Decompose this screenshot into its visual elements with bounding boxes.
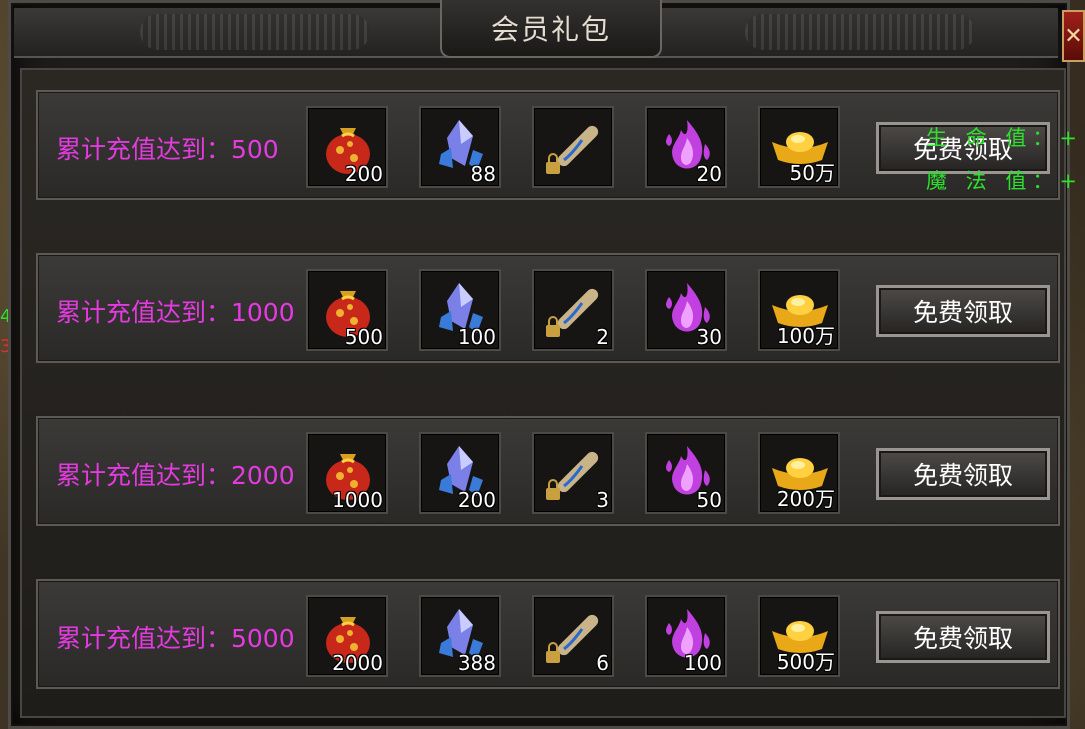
item-quantity: 88 — [470, 162, 496, 186]
reward-item-slot[interactable]: 1000 — [306, 432, 388, 514]
reward-item-slot[interactable]: 2000 — [306, 595, 388, 677]
reward-item-slot[interactable]: 500万 — [758, 595, 840, 677]
item-quantity: 50万 — [789, 161, 835, 185]
item-quantity: 20 — [696, 162, 722, 186]
reward-row: 累计充值达到：1000 500 100 2 30 100万 免费领取 — [36, 253, 1060, 363]
reward-item-slot[interactable] — [532, 106, 614, 188]
mp-bonus-text: 魔 法 值：+ 4 — [926, 169, 1085, 193]
item-quantity: 100 — [457, 325, 496, 349]
item-quantity: 500万 — [776, 650, 835, 674]
recharge-tier-label: 累计充值达到：5000 — [56, 624, 295, 653]
reward-item-slot[interactable]: 200 — [419, 432, 501, 514]
free-claim-button[interactable]: 免费领取 — [876, 448, 1050, 500]
reward-item-slot[interactable]: 100万 — [758, 269, 840, 351]
reward-row: 累计充值达到：500 200 88 20 50万 免费领取 — [36, 90, 1060, 200]
reward-item-slot[interactable]: 100 — [419, 269, 501, 351]
item-quantity: 500 — [344, 325, 383, 349]
close-button[interactable]: ✕ — [1062, 10, 1085, 62]
reward-item-slot[interactable]: 388 — [419, 595, 501, 677]
item-quantity: 200 — [457, 488, 496, 512]
window-title: 会员礼包 — [490, 13, 611, 46]
free-claim-button[interactable]: 免费领取 — [876, 611, 1050, 663]
reward-item-slot[interactable]: 6 — [532, 595, 614, 677]
item-quantity: 30 — [696, 325, 722, 349]
item-quantity: 100 — [683, 651, 722, 675]
hp-bonus-text: 生 命 值：+ 39 — [926, 126, 1085, 150]
item-quantity: 1000 — [332, 488, 383, 512]
item-quantity: 6 — [596, 651, 609, 675]
locked-scroll-icon — [546, 125, 599, 174]
reward-item-slot[interactable]: 200 — [306, 106, 388, 188]
reward-item-slot[interactable]: 3 — [532, 432, 614, 514]
recharge-tier-label: 累计充值达到：500 — [56, 135, 279, 164]
item-quantity: 200 — [344, 162, 383, 186]
reward-item-slot[interactable]: 100 — [645, 595, 727, 677]
reward-item-slot[interactable]: 2 — [532, 269, 614, 351]
dragon-ornament-right — [745, 14, 975, 50]
reward-item-slot[interactable]: 50 — [645, 432, 727, 514]
item-quantity: 388 — [457, 651, 496, 675]
item-quantity: 200万 — [776, 487, 835, 511]
reward-item-slot[interactable]: 88 — [419, 106, 501, 188]
free-claim-button[interactable]: 免费领取 — [876, 285, 1050, 337]
reward-row: 累计充值达到：2000 1000 200 3 50 200万 免费领取 — [36, 416, 1060, 526]
reward-item-slot[interactable]: 30 — [645, 269, 727, 351]
item-quantity: 2000 — [332, 651, 383, 675]
reward-item-slot[interactable]: 20 — [645, 106, 727, 188]
reward-item-slot[interactable]: 500 — [306, 269, 388, 351]
title-plate: 会员礼包 — [440, 0, 662, 58]
reward-row: 累计充值达到：5000 2000 388 6 100 500万 免费领取 — [36, 579, 1060, 689]
item-quantity: 2 — [596, 325, 609, 349]
item-quantity: 50 — [696, 488, 722, 512]
reward-item-slot[interactable]: 50万 — [758, 106, 840, 188]
recharge-tier-label: 累计充值达到：2000 — [56, 461, 295, 490]
dragon-ornament-left — [140, 14, 370, 50]
recharge-tier-label: 累计充值达到：1000 — [56, 298, 295, 327]
item-quantity: 3 — [596, 488, 609, 512]
item-quantity: 100万 — [776, 324, 835, 348]
reward-item-slot[interactable]: 200万 — [758, 432, 840, 514]
